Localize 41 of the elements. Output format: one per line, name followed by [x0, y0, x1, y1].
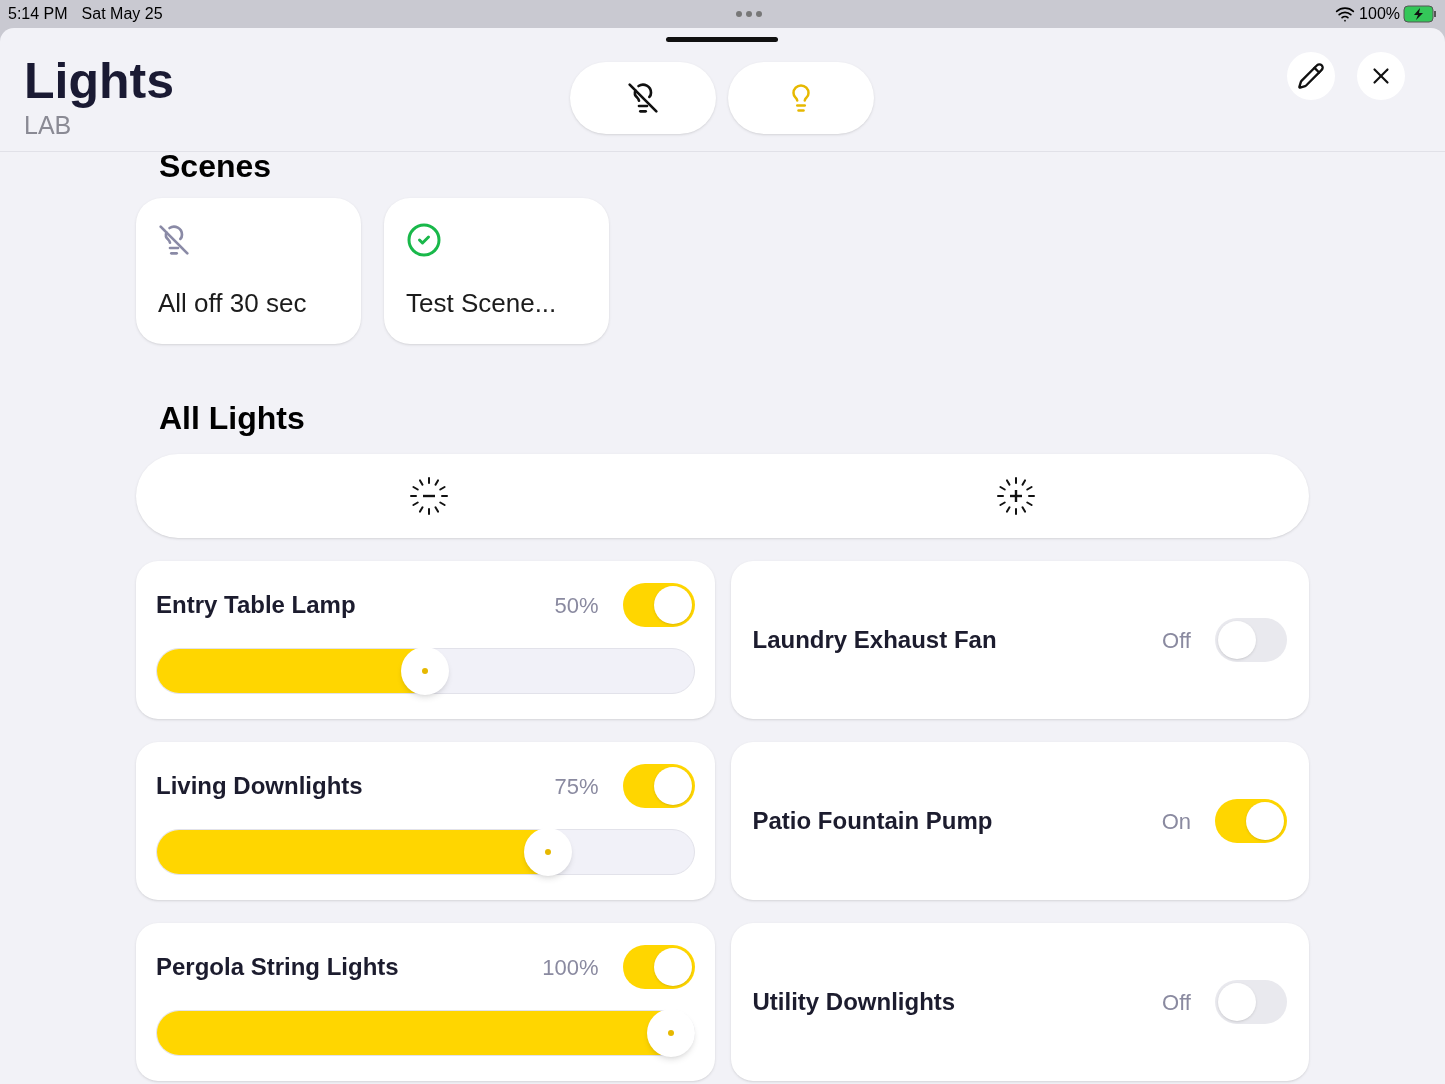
brightness-reading: 100%	[542, 953, 599, 982]
check-circle-icon	[406, 222, 442, 258]
section-heading: Scenes	[159, 148, 273, 184]
brightness-slider[interactable]	[156, 828, 695, 876]
battery-percent: 100%	[1359, 4, 1400, 24]
device-name: Patio Fountain Pump	[752, 806, 994, 836]
bulb-off-icon	[158, 224, 190, 256]
toggle-switch[interactable]	[622, 764, 695, 808]
room-label: LAB	[24, 110, 73, 140]
dim-icon[interactable]	[409, 476, 450, 516]
toggle-switch[interactable]	[1215, 980, 1287, 1024]
brighten-icon[interactable]	[995, 476, 1036, 516]
toggle-switch[interactable]	[1215, 799, 1287, 843]
state-reading: On	[1161, 807, 1191, 836]
multitasking-dots-icon[interactable]	[735, 11, 762, 17]
brightness-reading: 75%	[554, 772, 599, 801]
brightness-reading: 50%	[554, 591, 599, 620]
scene-card[interactable]: All off 30 sec	[136, 198, 361, 344]
status-time: 5:14 PM	[8, 4, 68, 24]
wifi-icon	[1335, 4, 1356, 24]
brightness-slider[interactable]	[156, 647, 695, 695]
page-title: Lights	[24, 52, 175, 110]
toggle-switch[interactable]	[622, 945, 695, 989]
scene-card[interactable]: Test Scene...	[384, 198, 609, 344]
light-name: Pergola String Lights	[156, 952, 400, 982]
section-heading: All Lights	[159, 400, 306, 436]
state-reading: Off	[1162, 988, 1191, 1017]
close-button[interactable]	[1357, 52, 1405, 100]
toggle-switch[interactable]	[622, 583, 695, 627]
bulb-off-icon	[627, 82, 659, 114]
battery-icon	[1403, 5, 1437, 23]
light-name: Entry Table Lamp	[156, 590, 357, 620]
pencil-icon	[1297, 62, 1325, 90]
device-name: Laundry Exhaust Fan	[752, 625, 998, 655]
status-date: Sat May 25	[81, 4, 163, 24]
state-reading: Off	[1162, 626, 1191, 655]
light-name: Living Downlights	[156, 771, 364, 801]
device-name: Utility Downlights	[752, 987, 957, 1017]
edit-button[interactable]	[1287, 52, 1335, 100]
sheet-grabber[interactable]	[666, 37, 778, 42]
toggle-switch[interactable]	[1215, 618, 1287, 662]
